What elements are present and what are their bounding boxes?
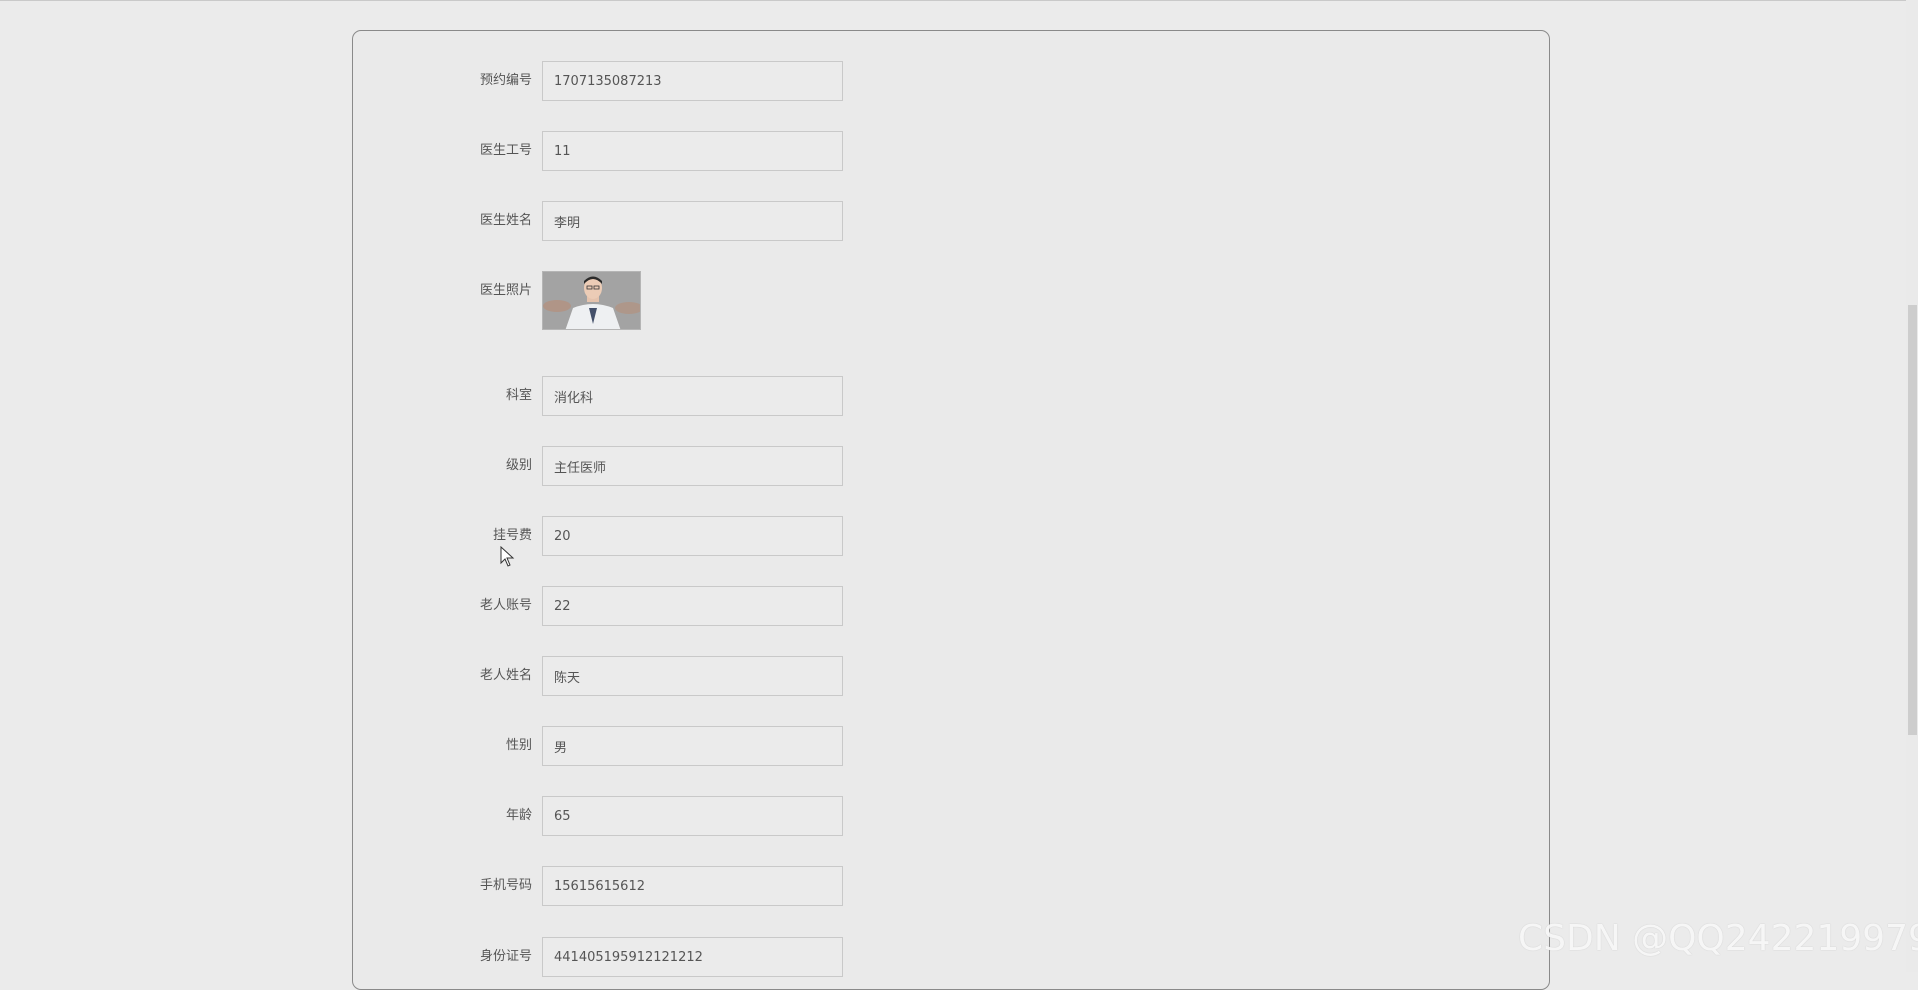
elder-name-label: 老人姓名	[479, 668, 532, 683]
gender-label: 性别	[505, 738, 532, 753]
form-row-elder-account: 老人账号	[352, 586, 952, 626]
elder-name-input[interactable]	[542, 656, 843, 696]
age-input[interactable]	[542, 796, 843, 836]
form-row-registration-fee: 挂号费	[352, 516, 952, 556]
mouse-cursor-icon	[500, 546, 515, 567]
form-row-doctor-photo: 医生照片	[352, 271, 952, 331]
form-row-doctor-name: 医生姓名	[352, 201, 952, 241]
phone-label: 手机号码	[479, 878, 532, 893]
age-label: 年龄	[505, 808, 532, 823]
appointment-detail-form: 预约编号 医生工号 医生姓名 医生照片 科室	[352, 0, 1550, 977]
form-row-age: 年龄	[352, 796, 952, 836]
appointment-no-label: 预约编号	[479, 73, 532, 88]
form-row-elder-name: 老人姓名	[352, 656, 952, 696]
scrollbar-thumb[interactable]	[1908, 305, 1917, 735]
registration-fee-input[interactable]	[542, 516, 843, 556]
doctor-name-input[interactable]	[542, 201, 843, 241]
phone-input[interactable]	[542, 866, 843, 906]
form-row-doctor-id: 医生工号	[352, 131, 952, 171]
department-input[interactable]	[542, 376, 843, 416]
doctor-photo-image	[543, 272, 640, 329]
elder-account-input[interactable]	[542, 586, 843, 626]
form-row-appointment-no: 预约编号	[352, 61, 952, 101]
csdn-watermark: CSDN @QQ242219979	[1518, 918, 1918, 959]
level-label: 级别	[505, 458, 532, 473]
doctor-id-input[interactable]	[542, 131, 843, 171]
doctor-photo[interactable]	[542, 271, 641, 330]
doctor-name-label: 医生姓名	[479, 213, 532, 228]
form-row-phone: 手机号码	[352, 866, 952, 906]
form-row-gender: 性别	[352, 726, 952, 766]
form-row-id-card: 身份证号	[352, 937, 952, 977]
gender-input[interactable]	[542, 726, 843, 766]
form-row-department: 科室	[352, 376, 952, 416]
doctor-photo-label: 医生照片	[479, 283, 532, 298]
level-input[interactable]	[542, 446, 843, 486]
elder-account-label: 老人账号	[479, 598, 532, 613]
id-card-label: 身份证号	[479, 949, 532, 964]
appointment-no-input[interactable]	[542, 61, 843, 101]
doctor-id-label: 医生工号	[479, 143, 532, 158]
department-label: 科室	[505, 388, 532, 403]
vertical-scrollbar[interactable]	[1906, 0, 1918, 972]
form-row-level: 级别	[352, 446, 952, 486]
id-card-input[interactable]	[542, 937, 843, 977]
